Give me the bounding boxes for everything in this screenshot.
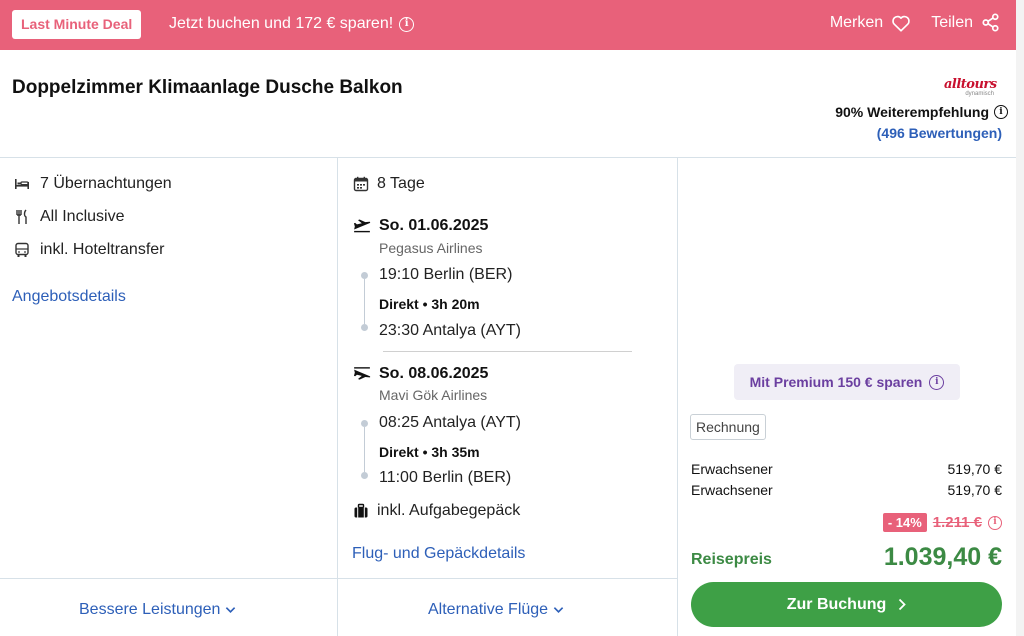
room-title: Doppelzimmer Klimaanlage Dusche Balkon bbox=[12, 77, 403, 98]
feature-label: 7 Übernachtungen bbox=[40, 175, 172, 192]
heart-icon bbox=[892, 15, 910, 32]
outbound-departure: 19:10 Berlin (BER) bbox=[379, 266, 513, 283]
premium-label: Mit Premium 150 € sparen bbox=[749, 374, 923, 390]
book-button[interactable]: Zur Buchung bbox=[691, 582, 1002, 627]
feature-board: All Inclusive bbox=[14, 208, 124, 226]
divider bbox=[677, 157, 678, 636]
old-price: 1.211 € bbox=[932, 514, 982, 531]
timeline-line bbox=[364, 427, 365, 472]
calendar-icon bbox=[353, 176, 369, 192]
outbound-flight-date: So. 01.06.2025 bbox=[353, 217, 488, 235]
passenger-type: Erwachsener bbox=[691, 482, 773, 498]
return-arrival: 11:00 Berlin (BER) bbox=[379, 469, 512, 486]
share-icon bbox=[982, 13, 999, 32]
outbound-flight-info: Direkt • 3h 20m bbox=[379, 296, 480, 312]
total-price-label: Reisepreis bbox=[691, 551, 772, 568]
return-departure: 08:25 Antalya (AYT) bbox=[379, 414, 521, 431]
return-airline: Mavi Gök Airlines bbox=[379, 387, 488, 403]
share-label: Teilen bbox=[931, 13, 973, 31]
outbound-arrival: 23:30 Antalya (AYT) bbox=[379, 322, 521, 339]
timeline-dot bbox=[361, 420, 368, 427]
timeline-dot bbox=[361, 324, 368, 331]
bus-icon bbox=[15, 242, 29, 257]
logo-subline: dynamisch bbox=[965, 91, 994, 97]
invoice-tag: Rechnung bbox=[690, 414, 766, 440]
timeline-dot bbox=[361, 472, 368, 479]
plane-arrival-icon bbox=[353, 367, 371, 380]
promo-label: Jetzt buchen und 172 € sparen! bbox=[169, 15, 394, 32]
recommendation-label: 90% Weiterempfehlung bbox=[835, 104, 989, 120]
return-flight-info: Direkt • 3h 35m bbox=[379, 444, 480, 460]
scrollbar-track[interactable] bbox=[1016, 0, 1024, 636]
tour-operator-logo: alltours dynamisch bbox=[944, 77, 997, 100]
feature-transfer: inkl. Hoteltransfer bbox=[14, 241, 165, 259]
premium-savings-banner[interactable]: Mit Premium 150 € sparen i bbox=[734, 364, 960, 400]
chevron-right-icon bbox=[899, 598, 907, 611]
last-minute-badge: Last Minute Deal bbox=[12, 10, 142, 39]
passenger-type: Erwachsener bbox=[691, 461, 773, 477]
discount-info: - 14% 1.211 € i bbox=[882, 513, 1002, 532]
info-icon[interactable]: i bbox=[929, 374, 945, 390]
logo-wordmark: alltours bbox=[944, 77, 997, 92]
reviews-link[interactable]: (496 Bewertungen) bbox=[877, 125, 1002, 141]
recommendation-rate: 90% Weiterempfehlung i bbox=[835, 104, 1008, 120]
info-icon[interactable]: i bbox=[994, 105, 1008, 119]
plane-departure-icon bbox=[353, 219, 371, 233]
info-icon[interactable]: i bbox=[988, 515, 1002, 530]
save-button[interactable]: Merken bbox=[830, 14, 911, 32]
flight-divider bbox=[383, 351, 632, 352]
passenger-price: 519,70 € bbox=[947, 482, 1003, 498]
chevron-down-icon bbox=[553, 607, 564, 614]
total-price: 1.039,40 € bbox=[883, 543, 1002, 571]
duration-label: 8 Tage bbox=[377, 175, 425, 192]
cutlery-icon bbox=[16, 209, 27, 224]
feature-nights: 7 Übernachtungen bbox=[14, 175, 172, 193]
baggage-info: inkl. Aufgabegepäck bbox=[353, 502, 520, 520]
alternative-flights-toggle[interactable]: Alternative Flüge bbox=[428, 601, 564, 619]
timeline-line bbox=[364, 279, 365, 324]
return-flight-date: So. 08.06.2025 bbox=[353, 365, 488, 383]
outbound-airline: Pegasus Airlines bbox=[379, 240, 483, 256]
deal-banner: Last Minute Deal Jetzt buchen und 172 € … bbox=[0, 0, 1016, 50]
divider bbox=[337, 157, 338, 636]
suitcase-icon bbox=[354, 503, 368, 518]
info-icon[interactable]: i bbox=[399, 16, 415, 32]
feature-label: inkl. Hoteltransfer bbox=[40, 241, 165, 258]
share-button[interactable]: Teilen bbox=[931, 13, 1000, 32]
better-services-toggle[interactable]: Bessere Leistungen bbox=[79, 601, 236, 619]
divider bbox=[0, 157, 1016, 158]
promo-text: Jetzt buchen und 172 € sparen! i bbox=[169, 15, 415, 33]
baggage-label: inkl. Aufgabegepäck bbox=[377, 502, 521, 519]
save-label: Merken bbox=[829, 13, 884, 31]
discount-badge: - 14% bbox=[882, 513, 927, 532]
return-date: So. 08.06.2025 bbox=[379, 365, 489, 382]
divider bbox=[0, 578, 677, 579]
passenger-price-row: Erwachsener 519,70 € bbox=[691, 482, 1002, 498]
passenger-price: 519,70 € bbox=[947, 461, 1003, 477]
bed-icon bbox=[15, 179, 29, 189]
flight-baggage-details-link[interactable]: Flug- und Gepäckdetails bbox=[352, 545, 525, 563]
passenger-price-row: Erwachsener 519,70 € bbox=[691, 461, 1002, 477]
feature-label: All Inclusive bbox=[40, 208, 125, 225]
better-services-label: Bessere Leistungen bbox=[79, 601, 221, 618]
timeline-dot bbox=[361, 272, 368, 279]
alternative-flights-label: Alternative Flüge bbox=[428, 601, 549, 618]
book-button-label: Zur Buchung bbox=[786, 595, 887, 613]
chevron-down-icon bbox=[226, 607, 236, 614]
outbound-date: So. 01.06.2025 bbox=[379, 217, 489, 234]
offer-details-link[interactable]: Angebotsdetails bbox=[12, 288, 126, 306]
trip-duration: 8 Tage bbox=[353, 175, 425, 193]
